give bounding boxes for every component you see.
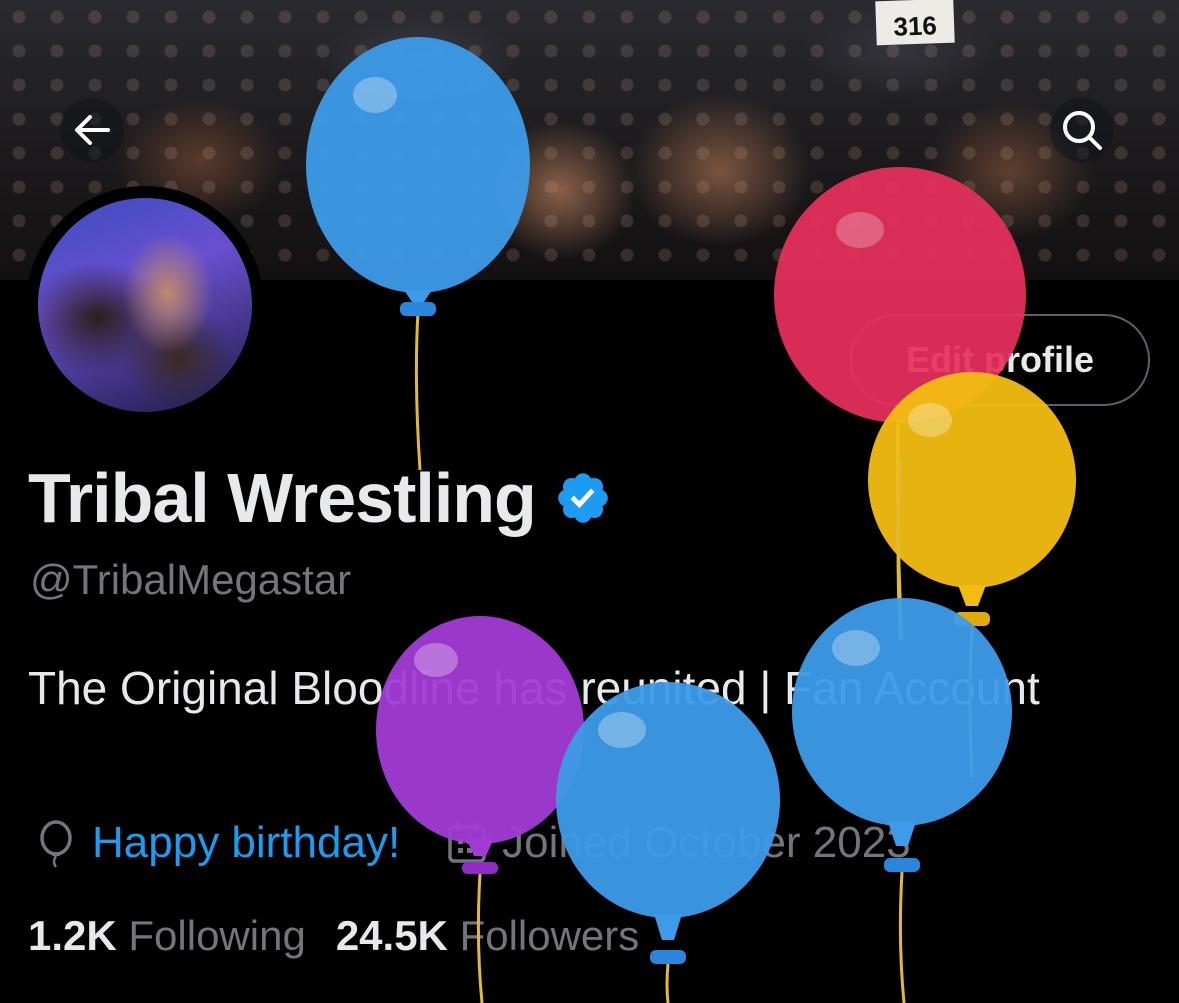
profile-stats: 1.2K Following 24.5K Followers — [28, 912, 639, 960]
birthday-item: Happy birthday! — [34, 818, 400, 868]
calendar-icon — [448, 823, 486, 863]
following-count: 1.2K — [28, 912, 117, 959]
following-link[interactable]: 1.2K Following — [28, 912, 306, 960]
balloon-icon — [40, 820, 72, 868]
arrow-left-icon — [75, 115, 110, 145]
followers-label: Followers — [459, 912, 640, 959]
joined-item: Joined October 2023 — [446, 818, 911, 868]
profile-name: Tribal Wrestling — [28, 459, 537, 537]
search-button[interactable] — [1050, 98, 1114, 162]
profile-bio: The Original Bloodline has reunited | Fa… — [28, 662, 1040, 714]
verified-badge-icon[interactable] — [554, 469, 612, 527]
following-label: Following — [128, 912, 306, 959]
search-icon — [1063, 111, 1102, 150]
profile-meta-row: Happy birthday! Joined October 2023 — [34, 818, 911, 868]
edit-profile-button[interactable]: Edit profile — [850, 314, 1150, 406]
birthday-text[interactable]: Happy birthday! — [92, 818, 400, 868]
followers-link[interactable]: 24.5K Followers — [336, 912, 639, 960]
back-button[interactable] — [60, 98, 124, 162]
followers-count: 24.5K — [335, 912, 448, 959]
profile-handle: @TribalMegastar — [30, 556, 352, 603]
joined-text: Joined October 2023 — [502, 818, 911, 867]
avatar-image — [38, 198, 252, 412]
banner-sign: 316 — [875, 0, 955, 46]
profile-avatar[interactable] — [26, 186, 264, 424]
profile-name-row: Tribal Wrestling — [28, 458, 612, 538]
